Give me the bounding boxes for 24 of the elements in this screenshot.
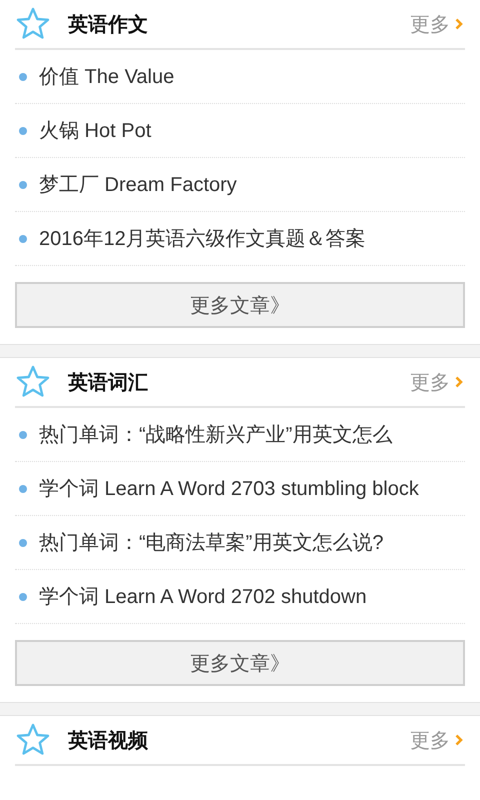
bullet-icon <box>19 180 27 188</box>
bullet-icon <box>19 126 27 134</box>
bullet-icon <box>19 484 27 492</box>
chevron-right-icon <box>455 18 463 30</box>
chevron-right-icon <box>455 734 463 746</box>
chevron-right-icon <box>455 376 463 388</box>
article-link[interactable]: 梦工厂 Dream Factory <box>39 171 237 198</box>
article-link[interactable]: 火锅 Hot Pot <box>39 117 152 144</box>
bullet-icon <box>19 234 27 242</box>
article-link[interactable]: 学个词 Learn A Word 2702 shutdown <box>39 583 367 610</box>
bullet-icon <box>19 430 27 438</box>
section-title: 英语作文 <box>68 12 149 38</box>
article-link[interactable]: 学个词 Learn A Word 2703 stumbling block <box>39 475 419 502</box>
article-link[interactable]: 价值 The Value <box>39 63 174 90</box>
bullet-icon <box>19 72 27 80</box>
section-title: 英语词汇 <box>68 370 149 396</box>
more-articles-button[interactable]: 更多文章》 <box>15 640 465 686</box>
bullet-icon <box>19 592 27 600</box>
bullet-icon <box>19 538 27 546</box>
article-link[interactable]: 2016年12月英语六级作文真题＆答案 <box>39 225 366 252</box>
more-articles-button[interactable]: 更多文章》 <box>15 282 465 328</box>
section-title: 英语视频 <box>68 728 149 754</box>
article-link[interactable]: 热门单词：“战略性新兴产业”用英文怎么 <box>39 421 392 448</box>
article-link[interactable]: 热门单词：“电商法草案”用英文怎么说? <box>39 529 384 556</box>
